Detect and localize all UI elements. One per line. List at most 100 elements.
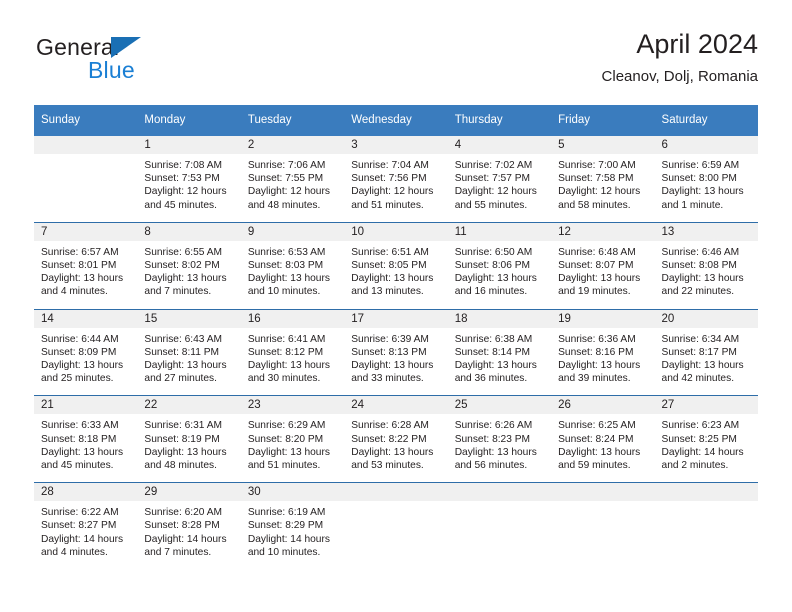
calendar-day-cell[interactable]: 23 Sunrise: 6:29 AM Sunset: 8:20 PM Dayligh… (240, 395, 345, 483)
calendar-day-cell[interactable]: 26 Sunrise: 6:25 AM Sunset: 8:24 PM Dayligh… (551, 395, 655, 483)
daylight-text: Daylight: 13 hours (144, 360, 227, 372)
sunrise-text: Sunrise: 6:19 AM (247, 507, 326, 519)
day-cell-details: Sunrise: 6:23 AM Sunset: 8:25 PM Daylight:… (655, 414, 758, 482)
calendar-day-cell[interactable]: 24 Sunrise: 6:28 AM Sunset: 8:22 PM Dayligh… (344, 395, 448, 483)
calendar-header-row: Sunday Monday Tuesday Wednesday Thursday Frid… (34, 105, 758, 136)
daylight-text: Daylight: 14 hours (144, 533, 227, 545)
calendar-day-cell[interactable]: 9 Sunrise: 6:53 AM Sunset: 8:03 PM Daylight… (240, 221, 345, 310)
general-blue-logo[interactable]: General Blue (34, 34, 234, 90)
day-number: 15 (137, 309, 241, 328)
day-number: 7 (34, 222, 138, 241)
daylight-text: Daylight: 13 hours (558, 446, 641, 458)
day-number: 5 (551, 136, 655, 154)
calendar-day-cell[interactable]: 11 Sunrise: 6:50 AM Sunset: 8:06 PM Dayligh… (447, 221, 552, 310)
day-number: 6 (654, 136, 758, 154)
calendar-day-cell-empty (344, 482, 448, 570)
calendar-day-cell-empty (551, 482, 655, 570)
day-number: 27 (654, 396, 758, 415)
calendar-day-cell[interactable]: 27 Sunrise: 6:23 AM Sunset: 8:25 PM Dayligh… (654, 395, 758, 483)
sunrise-text: Sunrise: 6:31 AM (144, 420, 223, 432)
day-number: 4 (447, 136, 552, 154)
daylight-text: Daylight: 13 hours (247, 446, 330, 458)
daylight-text: Daylight: 13 hours (247, 273, 330, 285)
calendar-day-cell[interactable]: 12 Sunrise: 6:48 AM Sunset: 8:07 PM Dayligh… (551, 221, 655, 310)
calendar-week-row: 1 Sunrise: 7:08 AM Sunset: 7:53 PM Daylight… (34, 136, 758, 223)
calendar-day-cell[interactable]: 5 Sunrise: 7:00 AM Sunset: 7:58 PM Daylight… (551, 136, 655, 223)
daylight-text: Daylight: 12 hours (454, 186, 537, 198)
day-cell-details: Sunrise: 6:22 AM Sunset: 8:27 PM Daylight:… (34, 501, 137, 569)
calendar-day-cell[interactable]: 21 Sunrise: 6:33 AM Sunset: 8:18 PM Dayligh… (34, 395, 138, 483)
calendar-day-cell[interactable]: 1 Sunrise: 7:08 AM Sunset: 7:53 PM Daylight… (137, 136, 241, 223)
daylight-text: Daylight: 13 hours (351, 360, 434, 372)
calendar-day-cell[interactable]: 18 Sunrise: 6:38 AM Sunset: 8:14 PM Dayligh… (447, 308, 552, 396)
calendar-day-cell[interactable]: 15 Sunrise: 6:43 AM Sunset: 8:11 PM Dayligh… (137, 308, 241, 396)
daylight-text: and 10 minutes. (247, 546, 321, 558)
calendar-day-cell[interactable]: 13 Sunrise: 6:46 AM Sunset: 8:08 PM Dayligh… (654, 221, 758, 310)
daylight-text: Daylight: 13 hours (454, 360, 537, 372)
calendar-day-cell[interactable]: 3 Sunrise: 7:04 AM Sunset: 7:56 PM Daylight… (344, 136, 448, 223)
sunset-text: Sunset: 8:24 PM (558, 433, 634, 445)
daylight-text: Daylight: 13 hours (454, 273, 537, 285)
calendar-day-cell[interactable]: 29 Sunrise: 6:20 AM Sunset: 8:28 PM Dayligh… (137, 482, 241, 570)
calendar-day-cell[interactable]: 2 Sunrise: 7:06 AM Sunset: 7:55 PM Daylight… (240, 136, 345, 223)
sunrise-text: Sunrise: 6:26 AM (454, 420, 533, 432)
day-cell-details: Sunrise: 6:19 AM Sunset: 8:29 PM Daylight:… (241, 501, 344, 569)
calendar-week-row: 14 Sunrise: 6:44 AM Sunset: 8:09 PM Dayligh… (34, 308, 758, 396)
day-cell-details: Sunrise: 6:20 AM Sunset: 8:28 PM Daylight:… (137, 501, 240, 569)
calendar-day-cell[interactable]: 7 Sunrise: 6:57 AM Sunset: 8:01 PM Daylight… (34, 221, 138, 310)
day-cell-details: Sunrise: 6:59 AM Sunset: 8:00 PM Daylight:… (655, 154, 758, 222)
daylight-text: and 51 minutes. (247, 460, 321, 472)
day-number: 1 (137, 136, 241, 154)
daylight-text: and 59 minutes. (558, 460, 631, 472)
daylight-text: and 10 minutes. (247, 286, 321, 298)
sunrise-text: Sunrise: 6:22 AM (41, 507, 119, 519)
day-number: 12 (551, 222, 655, 241)
daylight-text: and 1 minute. (661, 199, 724, 211)
day-number (551, 483, 655, 502)
calendar-day-cell[interactable]: 17 Sunrise: 6:39 AM Sunset: 8:13 PM Dayligh… (344, 308, 448, 396)
day-number: 17 (344, 309, 448, 328)
calendar-day-cell[interactable]: 10 Sunrise: 6:51 AM Sunset: 8:05 PM Dayligh… (344, 221, 448, 310)
calendar-day-cell[interactable]: 4 Sunrise: 7:02 AM Sunset: 7:57 PM Daylight… (447, 136, 552, 223)
weekday-header-saturday: Saturday (654, 105, 758, 136)
sunrise-text: Sunrise: 6:43 AM (144, 333, 223, 345)
day-cell-details: Sunrise: 6:53 AM Sunset: 8:03 PM Daylight:… (241, 241, 344, 309)
sunrise-text: Sunrise: 6:20 AM (144, 507, 223, 519)
sunset-text: Sunset: 8:02 PM (144, 260, 220, 272)
sunset-text: Sunset: 8:03 PM (247, 260, 324, 272)
sunset-text: Sunset: 8:07 PM (558, 260, 634, 272)
daylight-text: and 30 minutes. (247, 373, 321, 385)
weekday-header-sunday: Sunday (34, 105, 138, 136)
sunrise-text: Sunrise: 6:46 AM (661, 246, 740, 258)
calendar-day-cell[interactable]: 6 Sunrise: 6:59 AM Sunset: 8:00 PM Daylight… (654, 136, 758, 223)
calendar-day-cell[interactable]: 25 Sunrise: 6:26 AM Sunset: 8:23 PM Dayligh… (447, 395, 552, 483)
daylight-text: and 58 minutes. (558, 199, 631, 211)
sunset-text: Sunset: 8:13 PM (351, 346, 427, 358)
sunrise-text: Sunrise: 7:06 AM (247, 160, 326, 171)
calendar-day-cell[interactable]: 19 Sunrise: 6:36 AM Sunset: 8:16 PM Dayligh… (551, 308, 655, 396)
daylight-text: and 22 minutes. (661, 286, 735, 298)
day-cell-details: Sunrise: 6:44 AM Sunset: 8:09 PM Daylight:… (34, 328, 137, 396)
calendar-day-cell[interactable]: 22 Sunrise: 6:31 AM Sunset: 8:19 PM Dayligh… (137, 395, 241, 483)
sunrise-text: Sunrise: 7:08 AM (144, 160, 223, 171)
logo-text-blue: Blue (88, 57, 135, 83)
sunrise-text: Sunrise: 6:36 AM (558, 333, 636, 345)
sunset-text: Sunset: 7:55 PM (247, 173, 324, 185)
weekday-header-thursday: Thursday (447, 105, 552, 136)
calendar-day-cell[interactable]: 30 Sunrise: 6:19 AM Sunset: 8:29 PM Dayligh… (240, 482, 345, 570)
sunrise-text: Sunrise: 6:50 AM (454, 246, 533, 258)
calendar-day-cell[interactable]: 16 Sunrise: 6:41 AM Sunset: 8:12 PM Dayligh… (240, 308, 345, 396)
calendar-day-cell[interactable]: 8 Sunrise: 6:55 AM Sunset: 8:02 PM Daylight… (137, 221, 241, 310)
calendar-day-cell[interactable]: 14 Sunrise: 6:44 AM Sunset: 8:09 PM Dayligh… (34, 308, 138, 396)
calendar-day-cell[interactable]: 28 Sunrise: 6:22 AM Sunset: 8:27 PM Dayligh… (34, 482, 138, 570)
weekday-header-row: Sunday Monday Tuesday Wednesday Thursday Frid… (34, 105, 758, 136)
daylight-text: Daylight: 13 hours (144, 273, 227, 285)
day-cell-details: Sunrise: 7:02 AM Sunset: 7:57 PM Daylight:… (448, 154, 551, 222)
day-number: 28 (34, 483, 138, 502)
sunrise-text: Sunrise: 6:29 AM (247, 420, 326, 432)
sunset-text: Sunset: 8:27 PM (41, 520, 117, 532)
calendar-day-cell[interactable]: 20 Sunrise: 6:34 AM Sunset: 8:17 PM Dayligh… (654, 308, 758, 396)
day-cell-details: Sunrise: 6:38 AM Sunset: 8:14 PM Daylight:… (448, 328, 551, 396)
day-cell-details (448, 501, 551, 563)
page-title: April 2024 (636, 29, 758, 59)
